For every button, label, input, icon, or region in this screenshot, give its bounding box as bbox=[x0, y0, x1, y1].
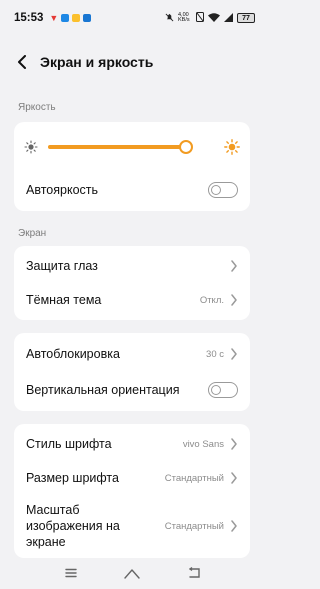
menu-button[interactable] bbox=[60, 562, 82, 584]
autolock-row[interactable]: Автоблокировка 30 с bbox=[14, 336, 250, 372]
app-notification-icon bbox=[61, 14, 70, 22]
back-nav-button[interactable] bbox=[183, 562, 205, 584]
vertical-orientation-toggle[interactable] bbox=[208, 382, 238, 398]
chevron-right-icon bbox=[231, 472, 237, 484]
autolock-label: Автоблокировка bbox=[26, 346, 120, 361]
dark-theme-label: Тёмная тема bbox=[26, 292, 102, 307]
display-scale-value: Стандартный bbox=[164, 520, 224, 532]
app-notification-icon bbox=[72, 14, 81, 22]
home-icon bbox=[124, 568, 141, 579]
status-bar: 15:53 ▼ 4,00 KB/s 77 bbox=[0, 0, 265, 36]
screen-card: Защита глаз Тёмная тема Откл. bbox=[14, 246, 250, 320]
navigation-bar bbox=[0, 556, 265, 589]
silent-icon bbox=[165, 13, 174, 24]
dark-theme-value: Откл. bbox=[199, 294, 224, 306]
no-sim-icon bbox=[196, 12, 204, 24]
auto-brightness-label: Автояркость bbox=[26, 182, 99, 197]
brightness-high-icon bbox=[224, 139, 240, 155]
down-arrow-icon: ▼ bbox=[49, 12, 59, 23]
status-notification-icons: ▼ bbox=[49, 12, 92, 23]
header: Экран и яркость bbox=[0, 46, 265, 78]
back-button[interactable] bbox=[14, 54, 30, 70]
brightness-section-label: Яркость bbox=[18, 102, 56, 113]
lock-card: Автоблокировка 30 с Вертикальная ориента… bbox=[14, 333, 250, 411]
wifi-icon bbox=[208, 12, 220, 24]
brightness-card: Автояркость bbox=[14, 122, 250, 211]
chevron-right-icon bbox=[231, 520, 237, 532]
return-icon bbox=[189, 566, 200, 578]
brightness-slider-row bbox=[14, 134, 250, 160]
font-size-label: Размер шрифта bbox=[26, 470, 119, 485]
brightness-slider[interactable] bbox=[48, 140, 212, 154]
status-right: 4,00 KB/s 77 bbox=[165, 12, 255, 24]
font-size-value: Стандартный bbox=[164, 472, 224, 484]
brightness-slider-thumb[interactable] bbox=[178, 140, 193, 154]
vertical-orientation-label: Вертикальная ориентация bbox=[26, 382, 180, 397]
display-scale-label: Масштаб изображения на экране bbox=[26, 502, 120, 550]
auto-brightness-row[interactable]: Автояркость bbox=[14, 172, 250, 208]
font-card: Стиль шрифта vivo Sans Размер шрифта Ста… bbox=[14, 424, 250, 558]
signal-icon bbox=[224, 12, 233, 24]
screen-section-label: Экран bbox=[18, 228, 47, 239]
chevron-right-icon bbox=[231, 438, 237, 450]
app-notification-icon bbox=[83, 14, 92, 22]
battery-icon: 77 bbox=[237, 13, 255, 23]
font-style-label: Стиль шрифта bbox=[26, 436, 112, 451]
eye-protection-label: Защита глаз bbox=[26, 258, 98, 273]
eye-protection-row[interactable]: Защита глаз bbox=[14, 248, 250, 284]
vertical-orientation-row[interactable]: Вертикальная ориентация bbox=[14, 372, 250, 408]
brightness-slider-fill bbox=[48, 145, 186, 149]
font-size-row[interactable]: Размер шрифта Стандартный bbox=[14, 460, 250, 496]
auto-brightness-toggle[interactable] bbox=[208, 182, 238, 198]
page-title: Экран и яркость bbox=[40, 54, 154, 70]
font-style-row[interactable]: Стиль шрифта vivo Sans bbox=[14, 426, 250, 462]
font-style-value: vivo Sans bbox=[182, 438, 224, 450]
brightness-low-icon bbox=[24, 140, 38, 154]
chevron-right-icon bbox=[231, 348, 237, 360]
network-speed: 4,00 KB/s bbox=[178, 11, 190, 23]
home-button[interactable] bbox=[121, 562, 143, 584]
dark-theme-row[interactable]: Тёмная тема Откл. bbox=[14, 282, 250, 318]
chevron-right-icon bbox=[231, 260, 237, 272]
display-scale-row[interactable]: Масштаб изображения на экране Стандартны… bbox=[14, 498, 250, 554]
autolock-value: 30 с bbox=[206, 348, 224, 360]
chevron-left-icon bbox=[18, 55, 26, 69]
status-time: 15:53 bbox=[14, 12, 44, 24]
chevron-right-icon bbox=[231, 294, 237, 306]
menu-icon bbox=[65, 568, 77, 577]
